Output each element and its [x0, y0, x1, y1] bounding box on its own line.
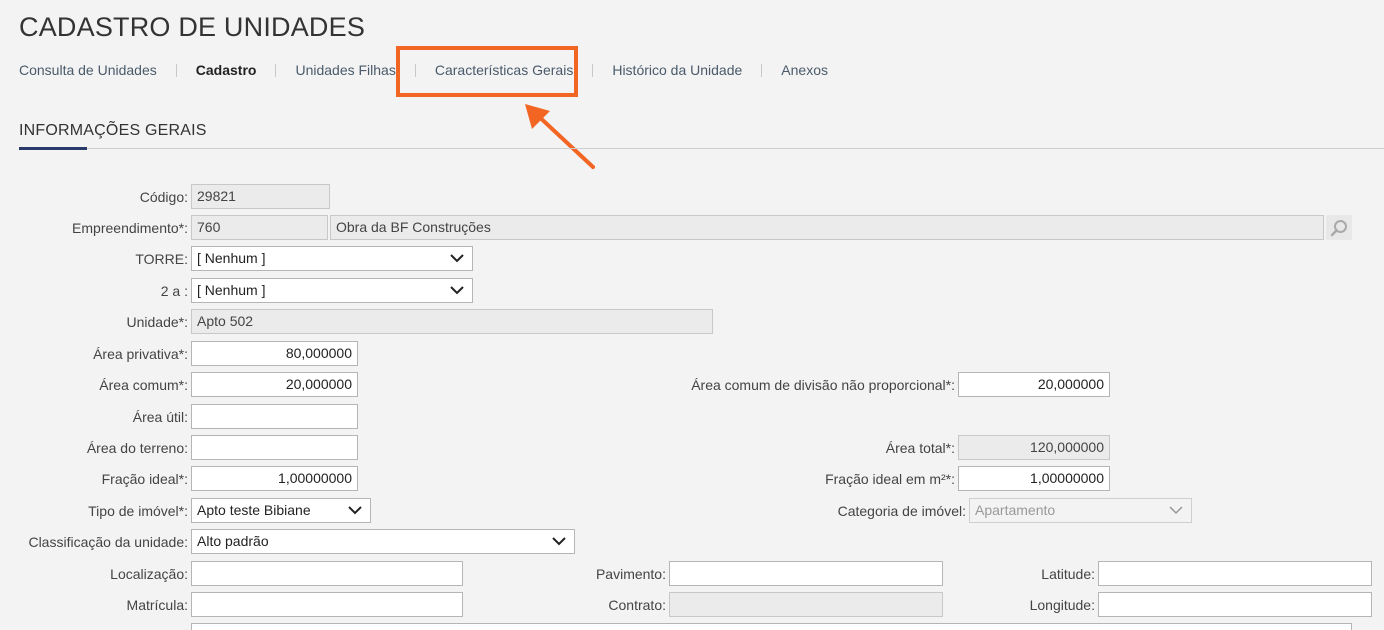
pavimento-field[interactable]	[669, 561, 943, 586]
annotation-highlight-box	[396, 46, 578, 97]
tab-separator	[175, 63, 177, 77]
section-underline	[19, 147, 87, 150]
longitude-label: Longitude:	[1029, 597, 1095, 613]
classificacao-select-value: Alto padrão	[197, 533, 269, 549]
longitude-field[interactable]	[1098, 592, 1372, 617]
area-total-field[interactable]: 120,000000	[958, 435, 1110, 460]
categoria-imovel-select-value: Apartamento	[975, 502, 1056, 518]
chevron-down-icon	[552, 537, 566, 546]
area-total-label: Área total*:	[885, 440, 955, 456]
dois-a-select[interactable]: [ Nenhum ]	[191, 278, 473, 303]
fracao-ideal-m2-label: Fração ideal em m²*:	[825, 471, 955, 487]
classificacao-label: Classificação da unidade:	[28, 534, 188, 550]
tipo-imovel-select[interactable]: Apto teste Bibiane	[191, 498, 371, 523]
matricula-field[interactable]	[191, 592, 463, 617]
matricula-label: Matrícula:	[126, 597, 188, 613]
area-comum-divisao-field[interactable]: 20,000000	[958, 372, 1110, 397]
arrow-icon	[525, 104, 595, 169]
torre-label: TORRE:	[135, 251, 188, 267]
tipo-imovel-select-value: Apto teste Bibiane	[197, 502, 311, 518]
empreendimento-name-field[interactable]: Obra da BF Construções	[330, 215, 1324, 240]
torre-select-value: [ Nenhum ]	[197, 250, 266, 266]
dois-a-select-value: [ Nenhum ]	[197, 282, 266, 298]
contrato-label: Contrato:	[608, 597, 666, 613]
area-comum-label: Área comum*:	[99, 377, 188, 393]
latitude-field[interactable]	[1098, 561, 1372, 586]
tab-separator	[275, 63, 277, 77]
localizacao-field[interactable]	[191, 561, 463, 586]
chevron-down-icon	[450, 254, 464, 263]
chevron-down-icon	[450, 286, 464, 295]
area-comum-field[interactable]: 20,000000	[191, 372, 358, 397]
area-terreno-field[interactable]	[191, 435, 358, 460]
categoria-imovel-select[interactable]: Apartamento	[969, 498, 1192, 523]
area-util-field[interactable]	[191, 404, 358, 429]
pavimento-label: Pavimento:	[595, 566, 666, 582]
area-privativa-field[interactable]: 80,000000	[191, 341, 358, 366]
unidade-label: Unidade*:	[126, 314, 189, 330]
area-privativa-label: Área privativa*:	[93, 346, 188, 362]
dois-a-label: 2 a :	[160, 283, 188, 299]
area-util-label: Área útil:	[132, 409, 188, 425]
empreendimento-search-button[interactable]	[1326, 215, 1352, 240]
fracao-ideal-m2-field[interactable]: 1,00000000	[958, 466, 1110, 491]
tab-consulta-unidades[interactable]: Consulta de Unidades	[19, 62, 157, 78]
chevron-down-icon	[348, 506, 362, 515]
section-divider	[19, 148, 1384, 149]
tab-unidades-filhas[interactable]: Unidades Filhas	[295, 62, 395, 78]
classificacao-select[interactable]: Alto padrão	[191, 529, 575, 554]
page-title: CADASTRO DE UNIDADES	[19, 12, 366, 42]
fracao-ideal-field[interactable]: 1,00000000	[191, 466, 358, 491]
tab-historico-unidade[interactable]: Histórico da Unidade	[612, 62, 742, 78]
tab-separator	[761, 63, 763, 77]
tipo-imovel-label: Tipo de imóvel*:	[88, 503, 188, 519]
localizacao-label: Localização:	[110, 566, 188, 582]
contrato-field[interactable]	[669, 592, 943, 617]
codigo-label: Código:	[139, 189, 188, 205]
empreendimento-code-field[interactable]: 760	[191, 215, 328, 240]
torre-select[interactable]: [ Nenhum ]	[191, 246, 473, 271]
codigo-field[interactable]: 29821	[191, 184, 330, 209]
tab-cadastro[interactable]: Cadastro	[196, 62, 257, 78]
fracao-ideal-label: Fração ideal*:	[101, 471, 188, 487]
latitude-label: Latitude:	[1041, 566, 1095, 582]
unidade-field[interactable]: Apto 502	[191, 309, 713, 334]
chevron-down-icon	[1169, 506, 1183, 515]
magnifier-icon	[1330, 219, 1347, 236]
empreendimento-label: Empreendimento*:	[72, 220, 188, 236]
tab-anexos[interactable]: Anexos	[781, 62, 828, 78]
area-comum-divisao-label: Área comum de divisão não proporcional*:	[691, 377, 955, 393]
section-title: INFORMAÇÕES GERAIS	[19, 122, 207, 139]
categoria-imovel-label: Categoria de imóvel:	[837, 503, 966, 519]
tab-separator	[592, 63, 594, 77]
area-terreno-label: Área do terreno:	[86, 440, 188, 456]
observacao-textarea[interactable]	[191, 623, 1352, 630]
